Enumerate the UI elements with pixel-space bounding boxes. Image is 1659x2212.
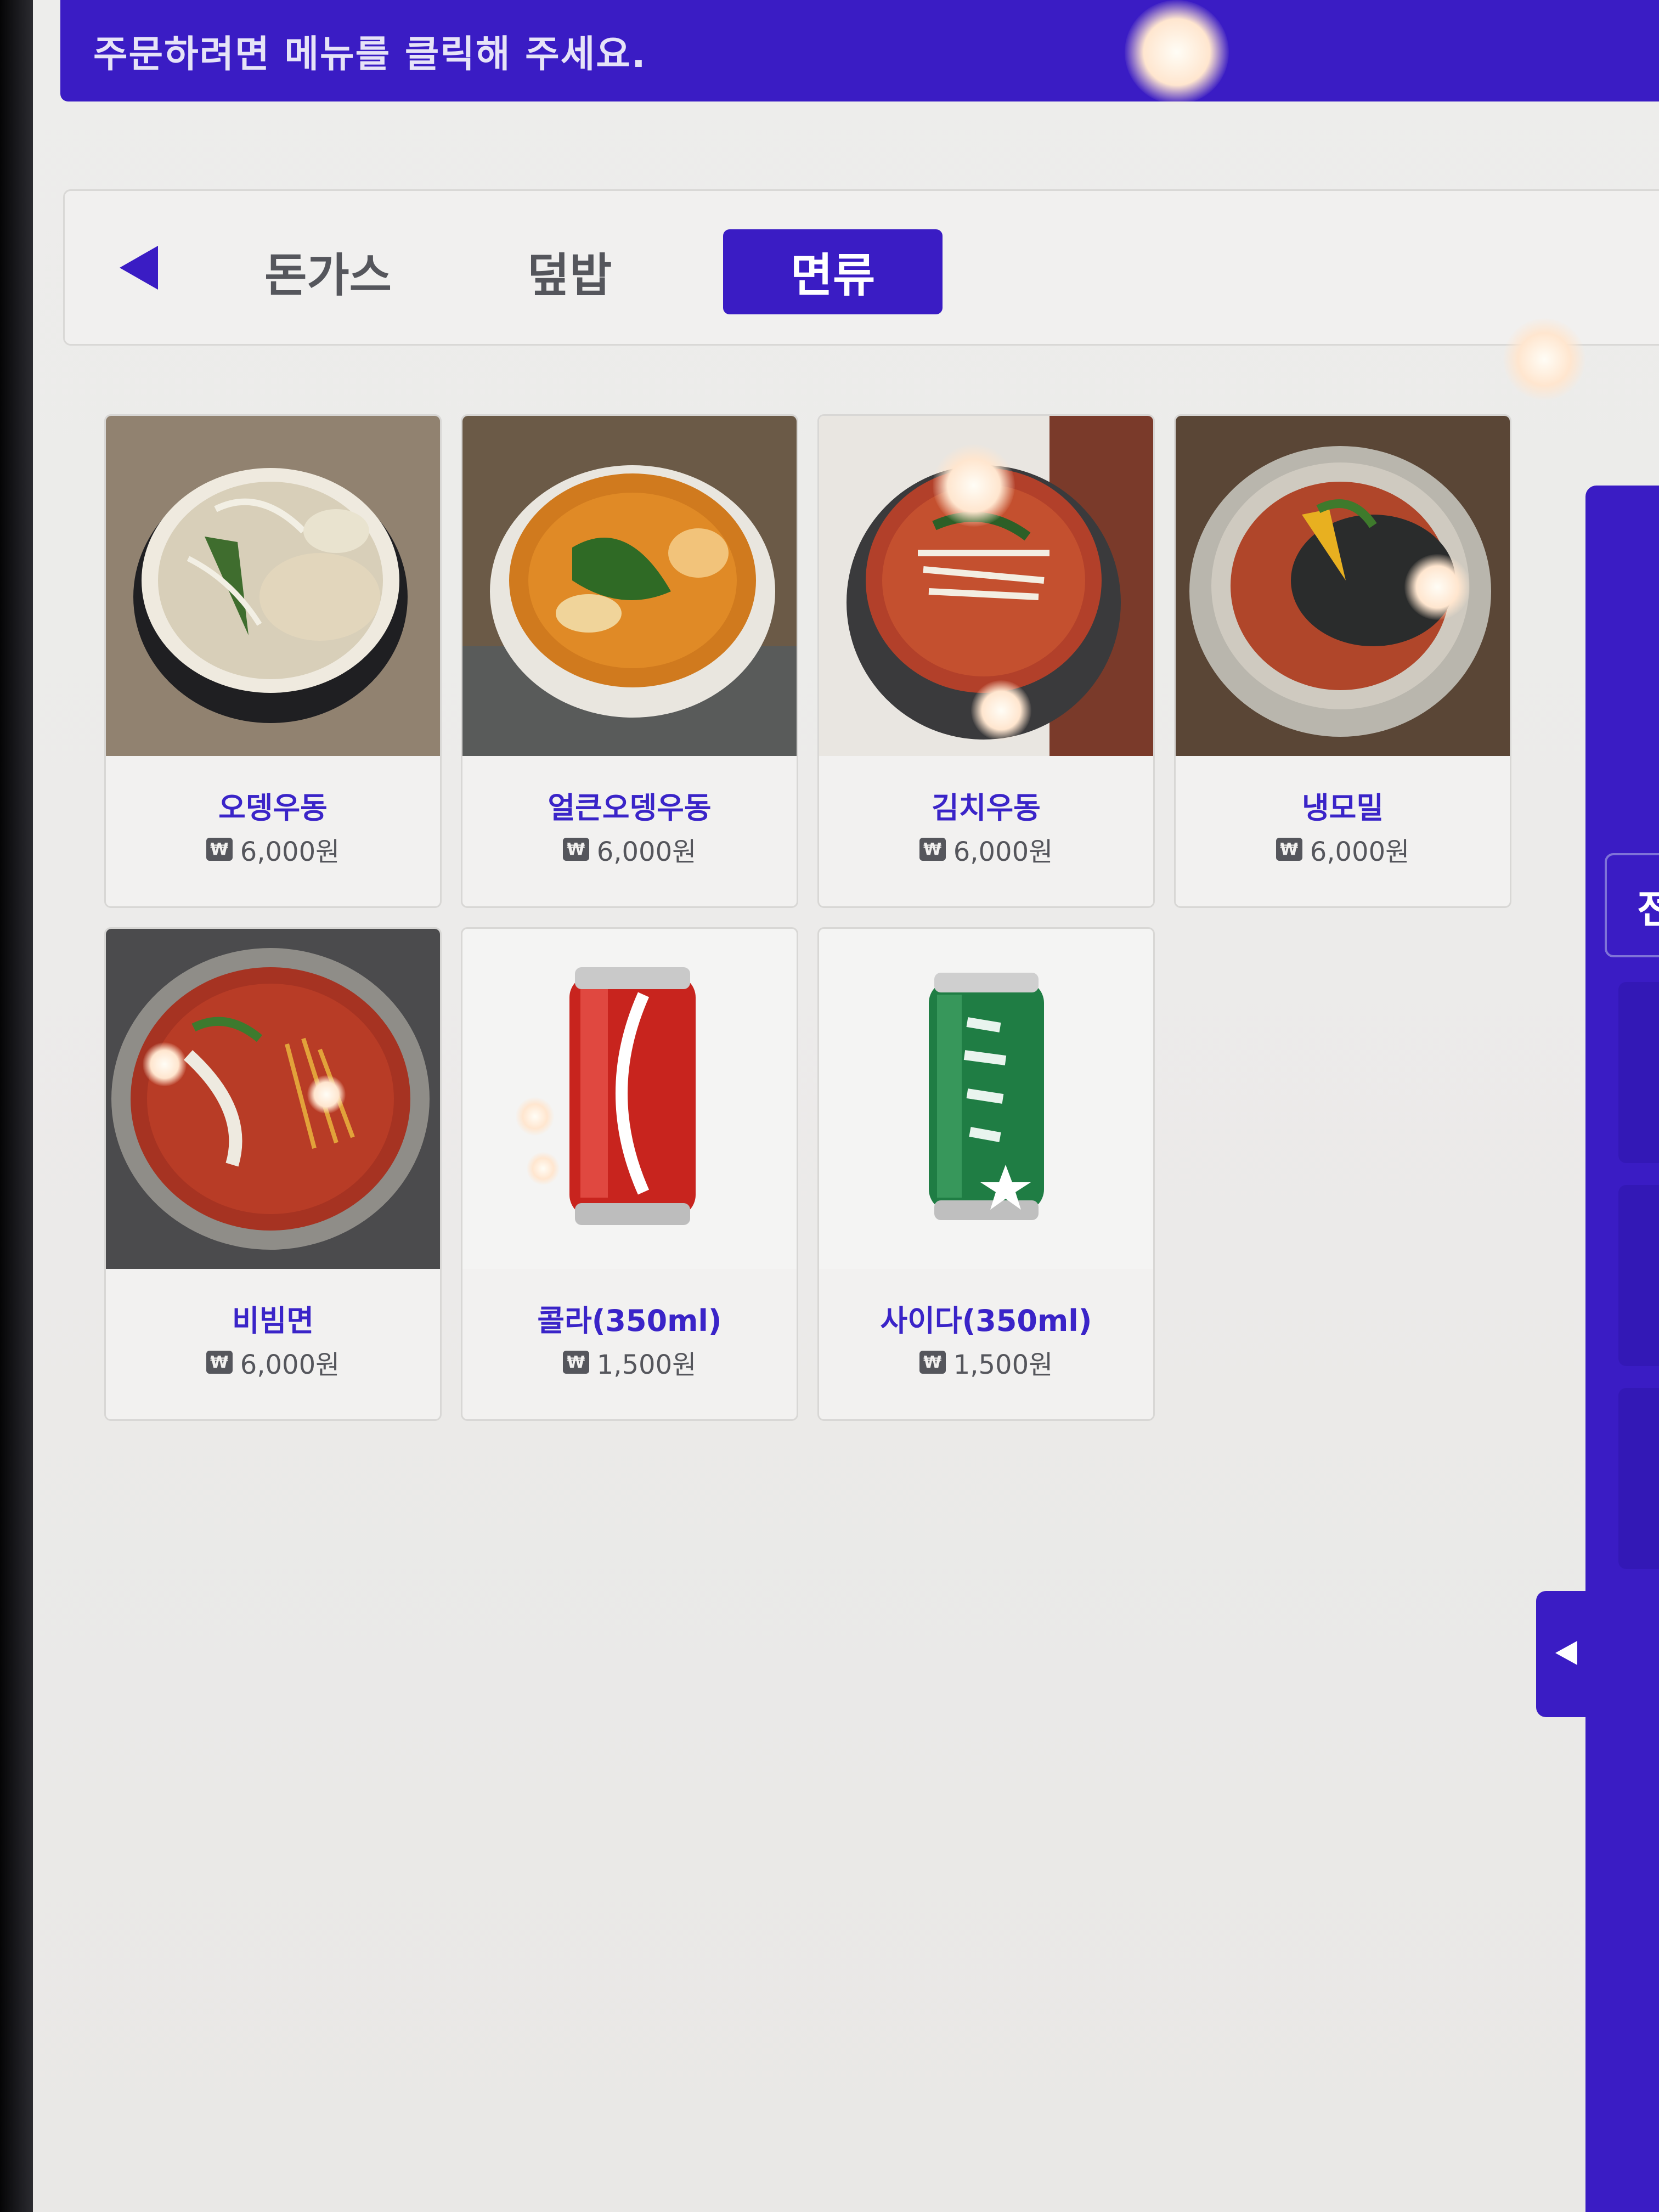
menu-item-price-row: ₩ 1,500원 <box>462 1343 797 1381</box>
won-icon: ₩ <box>919 838 946 861</box>
side-panel-button-label: 전 <box>1637 885 1659 932</box>
menu-item-name: 비빔면 <box>232 1304 314 1338</box>
menu-card[interactable]: 콜라(350ml) ₩ 1,500원 <box>461 927 798 1421</box>
cart-item-icon <box>1654 1871 1659 1931</box>
menu-card[interactable]: 냉모밀 ₩ 6,000원 <box>1174 414 1511 908</box>
panel-toggle-button[interactable] <box>1536 1591 1596 1717</box>
category-tab-bar: 돈가스 덮밥 면류 <box>63 189 1659 346</box>
kiosk-screen: 주문하려면 메뉴를 클릭해 주세요. 돈가스 덮밥 면류 오뎅우동 ₩ 6,00… <box>33 0 1659 2212</box>
menu-item-name: 오뎅우동 <box>218 791 328 825</box>
menu-item-price-row: ₩ 6,000원 <box>106 1343 440 1381</box>
menu-item-photo <box>819 416 1153 756</box>
menu-item-photo <box>462 929 797 1269</box>
tab-deopbap[interactable]: 덮밥 <box>487 229 652 314</box>
menu-item-name: 사이다(350ml) <box>880 1304 1092 1338</box>
menu-item-name: 얼큰오뎅우동 <box>548 791 712 825</box>
order-slot <box>1618 982 1659 1163</box>
menu-item-photo <box>106 929 440 1269</box>
tab-noodles[interactable]: 면류 <box>723 229 943 314</box>
banner-text: 주문하려면 메뉴를 클릭해 주세요. <box>93 33 647 76</box>
menu-card[interactable]: 오뎅우동 ₩ 6,000원 <box>104 414 442 908</box>
menu-card[interactable]: 김치우동 ₩ 6,000원 <box>817 414 1155 908</box>
won-icon: ₩ <box>919 1351 946 1374</box>
menu-card[interactable]: 비빔면 ₩ 6,000원 <box>104 927 442 1421</box>
device-bezel <box>0 0 33 2212</box>
cart-item-icon <box>1654 1668 1659 1728</box>
menu-item-price: 1,500원 <box>953 1350 1053 1380</box>
tab-donkatsu[interactable]: 돈가스 <box>246 229 410 314</box>
menu-item-photo <box>106 416 440 756</box>
menu-item-name: 김치우동 <box>932 791 1041 825</box>
order-slot <box>1618 1388 1659 1569</box>
order-slot <box>1618 1185 1659 1366</box>
won-icon: ₩ <box>1276 838 1302 861</box>
menu-item-price-row: ₩ 6,000원 <box>1176 830 1510 868</box>
side-panel-button[interactable]: 전 <box>1605 853 1659 957</box>
menu-item-price-row: ₩ 6,000원 <box>462 830 797 868</box>
instruction-banner: 주문하려면 메뉴를 클릭해 주세요. <box>60 0 1659 101</box>
prev-category-button[interactable] <box>120 246 158 290</box>
menu-item-price: 6,000원 <box>1310 837 1410 867</box>
menu-item-photo <box>1176 416 1510 756</box>
menu-card[interactable]: 사이다(350ml) ₩ 1,500원 <box>817 927 1155 1421</box>
menu-item-name: 콜라(350ml) <box>537 1304 722 1338</box>
menu-item-price-row: ₩ 1,500원 <box>819 1343 1153 1381</box>
menu-item-price: 6,000원 <box>596 837 697 867</box>
menu-item-price-row: ₩ 6,000원 <box>106 830 440 868</box>
menu-item-photo <box>462 416 797 756</box>
won-icon: ₩ <box>562 838 589 861</box>
menu-item-price-row: ₩ 6,000원 <box>819 830 1153 868</box>
menu-item-price: 6,000원 <box>240 837 340 867</box>
menu-card[interactable]: 얼큰오뎅우동 ₩ 6,000원 <box>461 414 798 908</box>
menu-item-price: 1,500원 <box>596 1350 697 1380</box>
won-icon: ₩ <box>206 1351 233 1374</box>
won-icon: ₩ <box>562 1351 589 1374</box>
menu-item-price: 6,000원 <box>240 1350 340 1380</box>
won-icon: ₩ <box>206 838 233 861</box>
left-triangle-icon <box>1555 1641 1577 1667</box>
menu-item-photo <box>819 929 1153 1269</box>
menu-item-name: 냉모밀 <box>1301 791 1384 825</box>
left-triangle-icon <box>120 246 158 292</box>
menu-item-price: 6,000원 <box>953 837 1053 867</box>
cart-item-icon <box>1654 2074 1659 2134</box>
